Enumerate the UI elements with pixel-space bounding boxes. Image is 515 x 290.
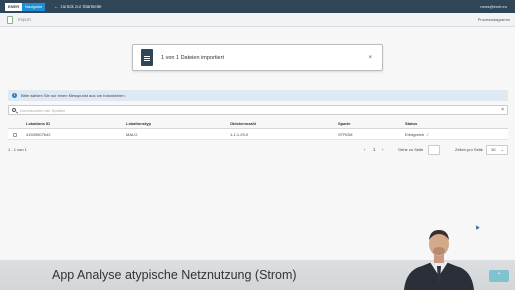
results-table: Lokations ID Lokationstyp Obiskennzahl S… (8, 118, 508, 140)
page-title: Import (18, 17, 31, 22)
back-to-start-link[interactable]: ← zurück zur Startseite (54, 0, 102, 13)
cell-obiskennzahl: 1-1:1.29.0 (230, 132, 249, 137)
next-page-icon[interactable]: › (382, 144, 384, 156)
process-diagram-link[interactable]: Prozessdiagramm (478, 13, 510, 27)
chevron-down-icon: ⌄ (500, 147, 504, 152)
rows-per-page-label: Zeilen pro Seite (455, 147, 484, 152)
cell-status: Erfolgreich ✓ (405, 129, 429, 140)
check-icon: ✓ (426, 132, 430, 137)
cell-sparte: STROM (338, 132, 353, 137)
table-header: Lokations ID Lokationstyp Obiskennzahl S… (8, 118, 508, 129)
presenter-video (404, 230, 474, 290)
status-text: Erfolgreich (405, 132, 425, 137)
logo-right-text: Navigator (22, 3, 46, 11)
previous-page-icon[interactable]: ‹ (364, 144, 366, 156)
goto-page-input[interactable] (428, 145, 440, 155)
notification-text: 1 von 1 Dateien importiert (161, 55, 224, 61)
info-banner: i Bitte wählen Sie nur einen Messpunkt a… (8, 90, 508, 101)
close-icon[interactable]: × (368, 45, 372, 72)
scroll-to-top-button[interactable]: ⌃ (489, 270, 509, 282)
pagination-range: 1 - 1 von 1 (8, 147, 27, 152)
logo-left-text: ENER (5, 3, 23, 11)
page-header-bar: Import Prozessdiagramm (0, 13, 515, 27)
current-page-number[interactable]: 1 (373, 144, 376, 156)
search-bar: × (8, 105, 508, 115)
goto-page-label: Gehe zu Seite (398, 147, 424, 152)
user-email[interactable]: news@enet.eu (480, 0, 507, 13)
back-link-label: zurück zur Startseite (60, 4, 102, 9)
arrow-left-icon: ← (54, 4, 59, 9)
table-row[interactable]: 41539507642 MALO 1-1:1.29.0 STROM Erfolg… (8, 129, 508, 140)
column-header-lokationstyp[interactable]: Lokationstyp (126, 118, 151, 129)
clear-search-icon[interactable]: × (501, 106, 504, 114)
app-logo[interactable]: ENER Navigator (5, 3, 46, 11)
column-header-obiskennzahl[interactable]: Obiskennzahl (230, 118, 256, 129)
file-icon (7, 16, 13, 24)
info-text: Bitte wählen Sie nur einen Messpunkt aus… (21, 93, 126, 98)
column-header-sparte[interactable]: Sparte (338, 118, 350, 129)
top-navigation-bar: ENER Navigator ← zurück zur Startseite n… (0, 0, 515, 13)
search-input[interactable] (20, 106, 490, 114)
cell-lokations-id: 41539507642 (26, 132, 51, 137)
info-icon: i (12, 93, 17, 98)
rows-per-page-select[interactable]: 10 ⌄ (486, 145, 508, 155)
document-icon (141, 49, 153, 66)
rows-per-page-value: 10 (491, 147, 496, 152)
import-notification: 1 von 1 Dateien importiert × (132, 44, 383, 71)
column-header-status[interactable]: Status (405, 118, 417, 129)
video-caption: App Analyse atypische Netznutzung (Strom… (52, 268, 297, 282)
search-icon (12, 108, 16, 112)
row-checkbox[interactable] (13, 133, 17, 137)
cell-lokationstyp: MALO (126, 132, 138, 137)
column-header-lokations-id[interactable]: Lokations ID (26, 118, 50, 129)
pagination: 1 - 1 von 1 ‹ 1 › Gehe zu Seite Zeilen p… (8, 144, 508, 156)
